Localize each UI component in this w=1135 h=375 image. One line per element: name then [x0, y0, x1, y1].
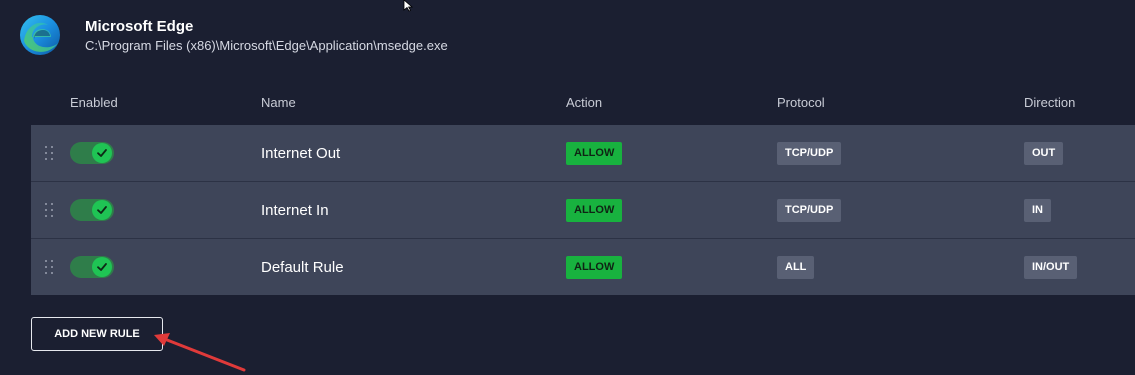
checkmark-icon [97, 263, 107, 271]
mouse-cursor-icon [403, 0, 414, 12]
annotation-arrow-icon [154, 333, 246, 372]
app-path: C:\Program Files (x86)\Microsoft\Edge\Ap… [85, 38, 448, 53]
column-header-action[interactable]: Action [566, 95, 602, 110]
table-row[interactable]: Internet Out ALLOW TCP/UDP OUT [31, 125, 1135, 182]
firewall-app-rules-panel: Microsoft Edge C:\Program Files (x86)\Mi… [0, 0, 1135, 375]
add-new-rule-button[interactable]: ADD NEW RULE [31, 317, 163, 351]
column-header-protocol[interactable]: Protocol [777, 95, 825, 110]
toggle-knob [92, 200, 112, 220]
direction-badge[interactable]: OUT [1024, 142, 1064, 165]
rule-name[interactable]: Default Rule [261, 259, 344, 276]
drag-handle-icon[interactable] [43, 203, 55, 219]
enabled-toggle[interactable] [70, 199, 114, 221]
direction-badge[interactable]: IN [1024, 199, 1051, 222]
column-header-name[interactable]: Name [261, 95, 296, 110]
app-info: Microsoft Edge C:\Program Files (x86)\Mi… [85, 12, 448, 53]
drag-handle-icon[interactable] [43, 146, 55, 162]
action-badge[interactable]: ALLOW [566, 256, 623, 279]
protocol-badge[interactable]: TCP/UDP [777, 199, 842, 222]
drag-handle-icon[interactable] [43, 260, 55, 276]
toggle-knob [92, 143, 112, 163]
rule-name[interactable]: Internet Out [261, 145, 340, 162]
microsoft-edge-logo-icon [20, 15, 60, 55]
action-badge[interactable]: ALLOW [566, 199, 623, 222]
enabled-toggle[interactable] [70, 256, 114, 278]
table-row[interactable]: Internet In ALLOW TCP/UDP IN [31, 182, 1135, 239]
app-title: Microsoft Edge [85, 18, 194, 35]
direction-badge[interactable]: IN/OUT [1024, 256, 1078, 279]
rule-name[interactable]: Internet In [261, 202, 329, 219]
rules-table: Internet Out ALLOW TCP/UDP OUT Internet … [31, 125, 1135, 295]
protocol-badge[interactable]: TCP/UDP [777, 142, 842, 165]
protocol-badge[interactable]: ALL [777, 256, 815, 279]
app-header: Microsoft Edge C:\Program Files (x86)\Mi… [18, 12, 448, 57]
checkmark-icon [97, 206, 107, 214]
toggle-knob [92, 257, 112, 277]
table-row[interactable]: Default Rule ALLOW ALL IN/OUT [31, 239, 1135, 295]
table-header: Enabled Name Action Protocol Direction [0, 95, 1135, 111]
action-badge[interactable]: ALLOW [566, 142, 623, 165]
enabled-toggle[interactable] [70, 142, 114, 164]
checkmark-icon [97, 149, 107, 157]
column-header-enabled[interactable]: Enabled [70, 95, 118, 110]
column-header-direction[interactable]: Direction [1024, 95, 1075, 110]
